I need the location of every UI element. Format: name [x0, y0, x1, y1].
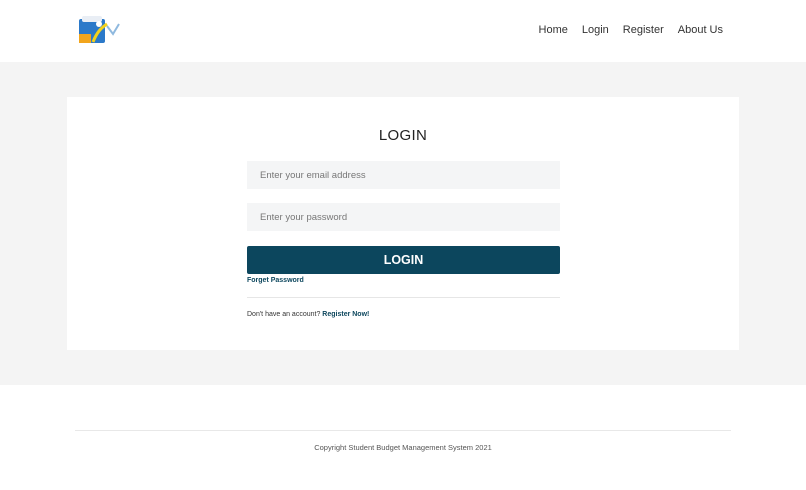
main-nav: Home Login Register About Us [539, 24, 723, 36]
form-divider [247, 297, 560, 298]
password-input[interactable] [247, 203, 560, 231]
copyright-text: Copyright Student Budget Management Syst… [314, 443, 492, 452]
register-prompt: Don't have an account? Register Now! [247, 311, 369, 318]
forgot-password-link[interactable]: Forget Password [247, 277, 304, 284]
no-account-text: Don't have an account? [247, 311, 321, 318]
login-title: LOGIN [378, 127, 428, 144]
nav-about-link[interactable]: About Us [678, 24, 723, 36]
site-logo[interactable] [77, 14, 123, 46]
site-header: Home Login Register About Us [0, 0, 806, 62]
footer-divider [75, 430, 731, 431]
nav-home-link[interactable]: Home [539, 24, 568, 36]
email-input[interactable] [247, 161, 560, 189]
login-button[interactable]: LOGIN [247, 246, 560, 274]
nav-login-link[interactable]: Login [582, 24, 609, 36]
budget-app-logo-icon [79, 16, 120, 43]
register-now-link[interactable]: Register Now! [322, 311, 369, 318]
nav-register-link[interactable]: Register [623, 24, 664, 36]
